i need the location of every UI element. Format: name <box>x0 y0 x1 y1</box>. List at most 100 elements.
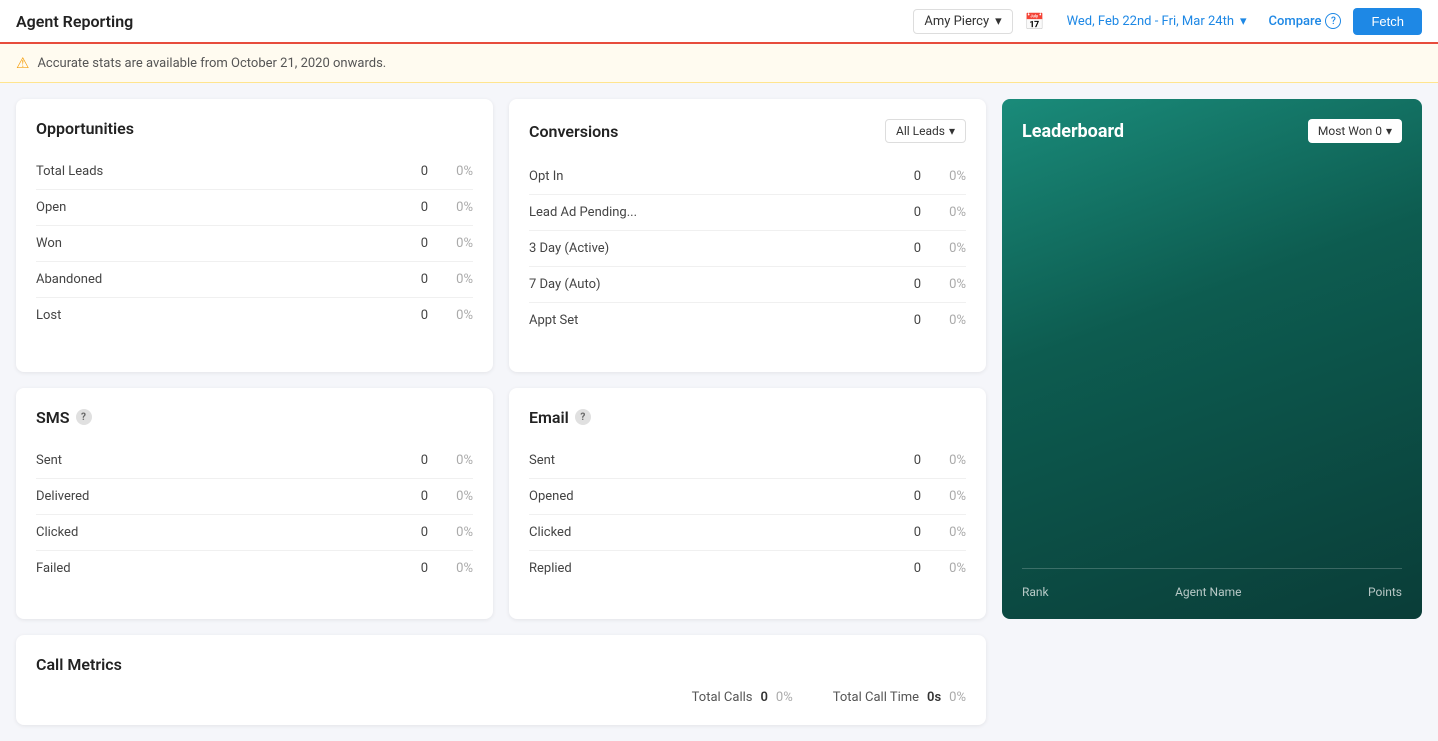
total-call-time-value: 0s <box>927 690 941 705</box>
list-item: Clicked 0 0% <box>529 515 966 551</box>
metric-value: 0 <box>378 200 428 215</box>
metric-label: Lead Ad Pending... <box>529 205 871 220</box>
leaderboard-title: Leaderboard <box>1022 121 1124 142</box>
metric-pct: 0% <box>921 313 966 328</box>
agent-name: Amy Piercy <box>924 14 989 29</box>
list-item: Total Leads 0 0% <box>36 154 473 190</box>
conversions-title: Conversions <box>529 122 618 141</box>
total-call-time-item: Total Call Time 0s 0% <box>833 690 966 705</box>
leaderboard-header: Leaderboard Most Won 0 <box>1022 119 1402 143</box>
list-item: Sent 0 0% <box>529 443 966 479</box>
metric-value: 0 <box>378 525 428 540</box>
main-content: Opportunities Total Leads 0 0% Open 0 0%… <box>0 83 1438 741</box>
leaderboard-agent-col: Agent Name <box>1175 585 1241 599</box>
metric-value: 0 <box>378 272 428 287</box>
call-metrics-summary: Total Calls 0 0% Total Call Time 0s 0% <box>36 690 966 705</box>
date-chevron-icon <box>1240 14 1247 29</box>
date-range-selector[interactable]: Wed, Feb 22nd - Fri, Mar 24th <box>1057 10 1257 33</box>
calendar-icon: 📅 <box>1025 12 1045 31</box>
metric-label: Replied <box>529 561 871 576</box>
leaderboard-points-col: Points <box>1368 585 1402 599</box>
list-item: Clicked 0 0% <box>36 515 473 551</box>
alert-bar: ⚠ Accurate stats are available from Octo… <box>0 44 1438 83</box>
metric-label: Lost <box>36 308 378 323</box>
list-item: Failed 0 0% <box>36 551 473 586</box>
metric-value: 0 <box>871 277 921 292</box>
metric-pct: 0% <box>428 308 473 323</box>
metric-label: Failed <box>36 561 378 576</box>
leaderboard-filter-label: Most Won 0 <box>1318 124 1382 138</box>
metric-value: 0 <box>871 525 921 540</box>
metric-label: Opened <box>529 489 871 504</box>
page-title: Agent Reporting <box>16 12 901 31</box>
list-item: Opened 0 0% <box>529 479 966 515</box>
metric-value: 0 <box>871 241 921 256</box>
metric-label: Abandoned <box>36 272 378 287</box>
list-item: Won 0 0% <box>36 226 473 262</box>
metric-pct: 0% <box>428 272 473 287</box>
metric-pct: 0% <box>921 169 966 184</box>
metric-label: Clicked <box>529 525 871 540</box>
metric-value: 0 <box>871 205 921 220</box>
list-item: Delivered 0 0% <box>36 479 473 515</box>
metric-pct: 0% <box>428 200 473 215</box>
leaderboard-rank-col: Rank <box>1022 585 1049 599</box>
metric-value: 0 <box>871 313 921 328</box>
metric-pct: 0% <box>921 453 966 468</box>
help-circle-icon: ? <box>1325 13 1341 29</box>
email-card: Email ? Sent 0 0% Opened 0 0% Clicked 0 … <box>509 388 986 620</box>
header: Agent Reporting Amy Piercy 📅 Wed, Feb 22… <box>0 0 1438 44</box>
list-item: Sent 0 0% <box>36 443 473 479</box>
metric-pct: 0% <box>428 561 473 576</box>
metric-label: Opt In <box>529 169 871 184</box>
metric-pct: 0% <box>921 205 966 220</box>
metric-label: Clicked <box>36 525 378 540</box>
metric-value: 0 <box>378 308 428 323</box>
total-calls-label: Total Calls <box>692 690 753 705</box>
warning-icon: ⚠ <box>16 54 29 72</box>
conversions-header: Conversions All Leads <box>529 119 966 143</box>
compare-button[interactable]: Compare ? <box>1269 13 1342 29</box>
agent-chevron-icon <box>995 14 1002 29</box>
leaderboard-filter-dropdown[interactable]: Most Won 0 <box>1308 119 1402 143</box>
agent-selector[interactable]: Amy Piercy <box>913 9 1012 34</box>
email-rows: Sent 0 0% Opened 0 0% Clicked 0 0% Repli… <box>529 443 966 586</box>
metric-label: Total Leads <box>36 164 378 179</box>
list-item: Open 0 0% <box>36 190 473 226</box>
sms-rows: Sent 0 0% Delivered 0 0% Clicked 0 0% Fa… <box>36 443 473 586</box>
leaderboard-card: Leaderboard Most Won 0 Rank Agent Name P… <box>1002 99 1422 619</box>
metric-label: 3 Day (Active) <box>529 241 871 256</box>
conversions-card: Conversions All Leads Opt In 0 0% Lead A… <box>509 99 986 372</box>
date-range-text: Wed, Feb 22nd - Fri, Mar 24th <box>1067 14 1234 29</box>
metric-label: Sent <box>529 453 871 468</box>
list-item: Lost 0 0% <box>36 298 473 333</box>
metric-label: 7 Day (Auto) <box>529 277 871 292</box>
list-item: 3 Day (Active) 0 0% <box>529 231 966 267</box>
opportunities-card: Opportunities Total Leads 0 0% Open 0 0%… <box>16 99 493 372</box>
fetch-button[interactable]: Fetch <box>1353 8 1422 35</box>
total-calls-pct: 0% <box>776 690 793 705</box>
metric-label: Delivered <box>36 489 378 504</box>
conversions-filter-dropdown[interactable]: All Leads <box>885 119 966 143</box>
metric-value: 0 <box>378 489 428 504</box>
list-item: 7 Day (Auto) 0 0% <box>529 267 966 303</box>
sms-title: SMS <box>36 408 70 427</box>
list-item: Lead Ad Pending... 0 0% <box>529 195 966 231</box>
total-calls-value: 0 <box>760 690 767 705</box>
metric-label: Appt Set <box>529 313 871 328</box>
list-item: Replied 0 0% <box>529 551 966 586</box>
metric-pct: 0% <box>428 164 473 179</box>
email-help-icon[interactable]: ? <box>575 409 591 425</box>
list-item: Abandoned 0 0% <box>36 262 473 298</box>
metric-pct: 0% <box>921 489 966 504</box>
list-item: Appt Set 0 0% <box>529 303 966 338</box>
sms-help-icon[interactable]: ? <box>76 409 92 425</box>
opportunities-rows: Total Leads 0 0% Open 0 0% Won 0 0% Aban… <box>36 154 473 333</box>
metric-label: Sent <box>36 453 378 468</box>
list-item: Opt In 0 0% <box>529 159 966 195</box>
sms-title-row: SMS ? <box>36 408 473 427</box>
metric-pct: 0% <box>428 453 473 468</box>
metric-pct: 0% <box>428 489 473 504</box>
conversions-chevron-icon <box>949 124 955 138</box>
alert-text: Accurate stats are available from Octobe… <box>37 56 386 71</box>
